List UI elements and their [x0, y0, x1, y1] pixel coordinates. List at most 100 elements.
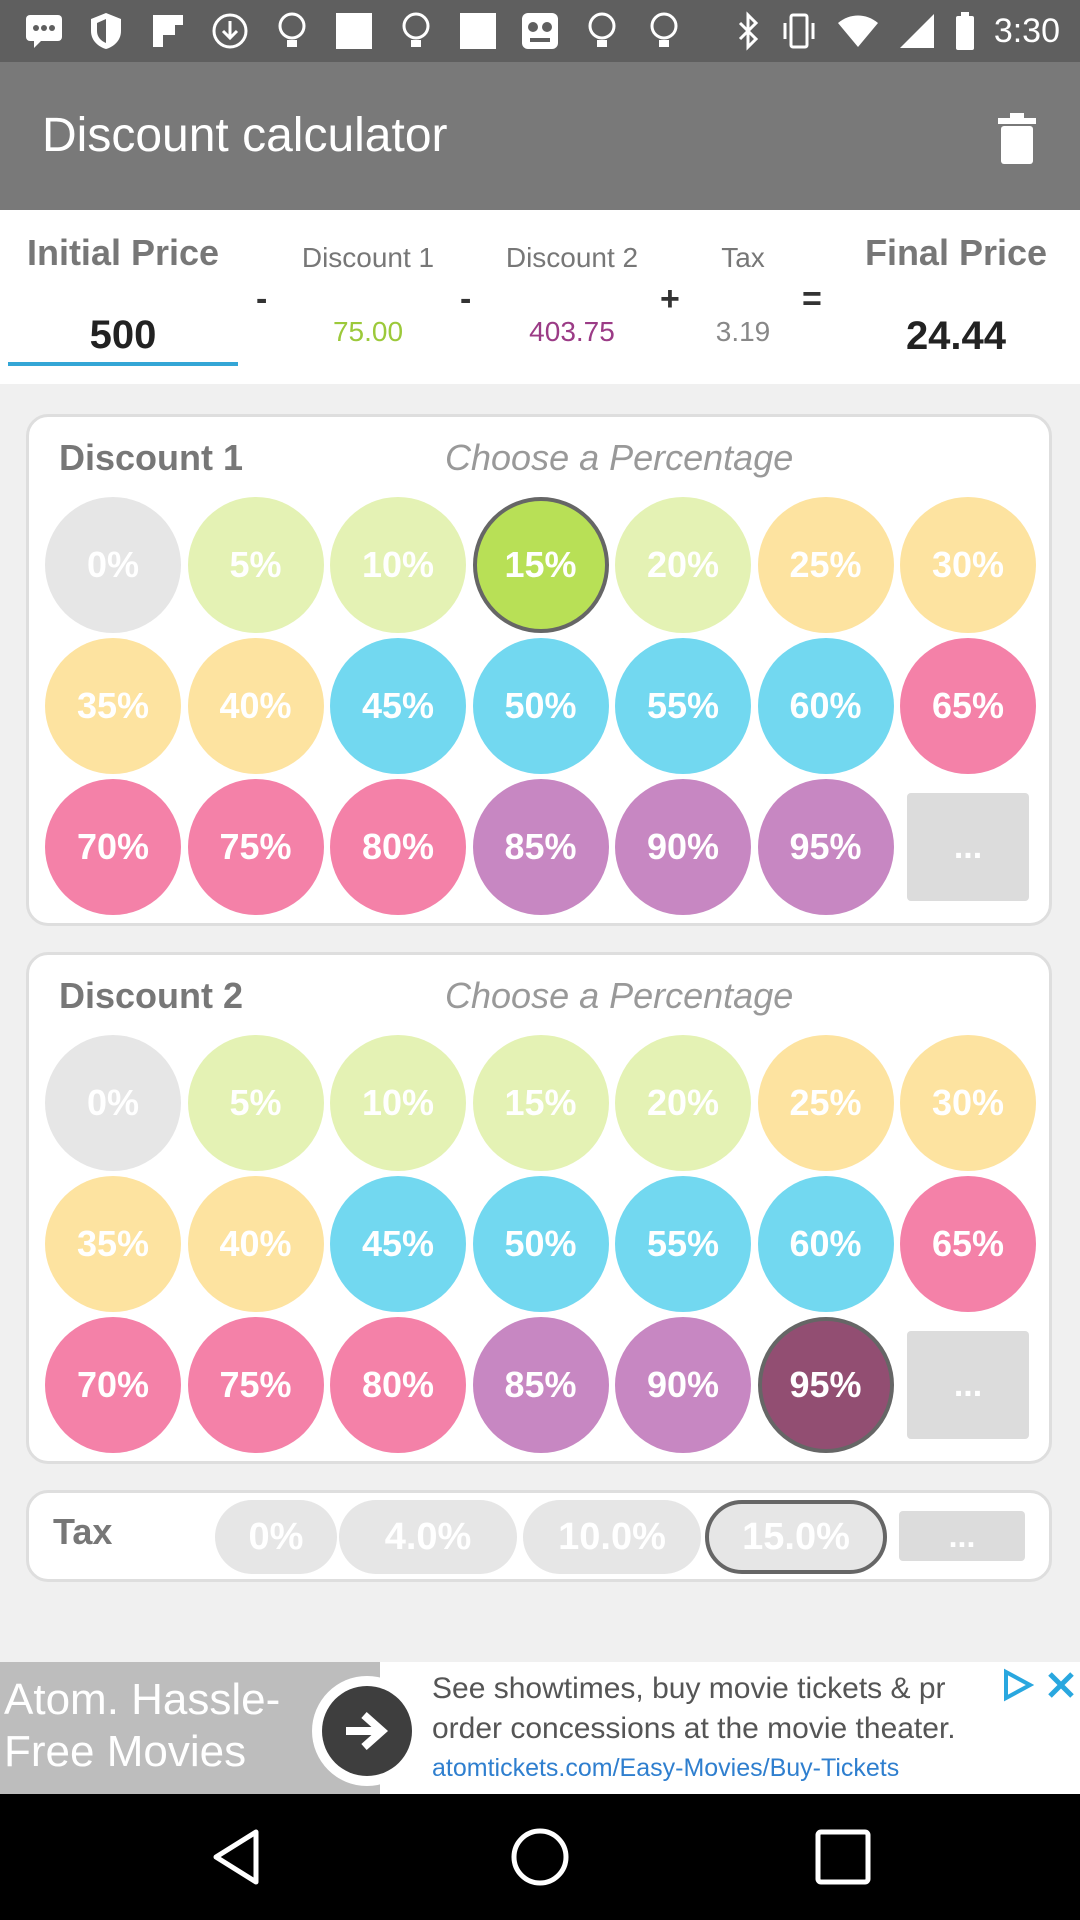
back-icon[interactable] [206, 1824, 272, 1890]
discount2-option[interactable]: 60% [757, 1176, 894, 1312]
discount2-hint: Choose a Percentage [445, 975, 794, 1016]
wifi-icon [837, 15, 878, 47]
discount2-option[interactable]: 70% [45, 1317, 181, 1453]
discount2-option[interactable]: 45% [330, 1176, 466, 1312]
discount1-option[interactable]: 15% [472, 497, 609, 633]
app-title: Discount calculator [42, 109, 448, 162]
discount1-option[interactable]: 45% [330, 638, 466, 774]
status-bar: 3:30 [0, 0, 1080, 62]
discount1-panel: Discount 1 Choose a Percentage 0% 5% 10% 15… [26, 414, 1052, 926]
discount2-option[interactable]: 0% [45, 1035, 181, 1171]
discount1-option[interactable]: 25% [757, 497, 894, 633]
final-price-header: Final Price [840, 232, 1072, 274]
discount1-option[interactable]: 10% [330, 497, 466, 633]
trash-icon[interactable] [994, 112, 1040, 166]
tax-amount: 3.19 [715, 316, 771, 347]
discount2-option[interactable]: 35% [45, 1176, 181, 1312]
tax-option[interactable]: 4.0% [339, 1500, 517, 1574]
discount2-option[interactable]: 40% [187, 1176, 324, 1312]
final-price-label: Final Price [864, 232, 1048, 273]
bluetooth-icon [738, 11, 758, 51]
discount1-header: Discount 1 [280, 242, 456, 274]
shield-icon [86, 11, 126, 51]
discount1-option[interactable]: 65% [900, 638, 1036, 774]
square-icon [458, 11, 498, 51]
discount1-option[interactable]: 60% [757, 638, 894, 774]
navigation-bar [0, 1794, 1080, 1920]
discount2-header: Discount 2 [482, 242, 662, 274]
vibrate-icon [783, 13, 815, 49]
download-icon [210, 11, 250, 51]
discount2-option[interactable]: 10% [330, 1035, 466, 1171]
system-icons: 3:30 [736, 8, 1060, 54]
discount2-option[interactable]: 25% [757, 1035, 894, 1171]
discount2-option[interactable]: 55% [615, 1176, 751, 1312]
discount2-option[interactable]: 15% [472, 1035, 609, 1171]
discount2-option[interactable]: 85% [472, 1317, 609, 1453]
discount2-summary-label: Discount 2 [505, 242, 639, 273]
discount2-option[interactable]: 95% [757, 1317, 894, 1453]
discount1-hint: Choose a Percentage [445, 437, 794, 478]
discount2-option[interactable]: 90% [615, 1317, 751, 1453]
discount2-option[interactable]: 30% [900, 1035, 1036, 1171]
clock: 3:30 [993, 11, 1060, 50]
discount2-option[interactable]: 50% [472, 1176, 609, 1312]
discount1-title: Discount 1 [59, 437, 244, 478]
ad-choices-icon[interactable] [1000, 1668, 1034, 1702]
ad-banner[interactable]: Atom. Hassle-Free Movies See showtimes, … [0, 1662, 1080, 1794]
discount1-option[interactable]: 35% [45, 638, 181, 774]
discount1-option[interactable]: 95% [757, 779, 894, 915]
discount1-option[interactable]: 20% [615, 497, 751, 633]
operator-plus: + [660, 280, 680, 318]
discount1-option[interactable]: 75% [187, 779, 324, 915]
discount1-option[interactable]: 70% [45, 779, 181, 915]
tax-title: Tax [53, 1511, 113, 1552]
discount2-option[interactable]: 75% [187, 1317, 324, 1453]
discount1-option[interactable]: 40% [187, 638, 324, 774]
discount1-option[interactable]: 90% [615, 779, 751, 915]
lightbulb-icon [582, 11, 622, 51]
ad-line-2: order concessions at the movie theater. [432, 1712, 956, 1745]
tax-option[interactable]: 0% [215, 1500, 337, 1574]
ad-line-1: See showtimes, buy movie tickets & pr [432, 1672, 946, 1705]
operator-minus: - [256, 280, 268, 318]
battery-icon [955, 12, 974, 50]
discount1-option[interactable]: 80% [330, 779, 466, 915]
discount1-option[interactable]: 50% [472, 638, 609, 774]
initial-price-header: Initial Price [6, 232, 240, 274]
discount1-option[interactable]: 0% [45, 497, 181, 633]
operator-minus: - [460, 280, 472, 318]
tax-summary-label: Tax [721, 242, 765, 273]
discount2-option[interactable]: 80% [330, 1317, 466, 1453]
square-icon [334, 11, 374, 51]
tax-more-button[interactable]: ... [899, 1511, 1025, 1561]
initial-price-label: Initial Price [26, 232, 220, 273]
ad-arrow-button[interactable] [312, 1676, 422, 1786]
chat-icon [24, 11, 64, 51]
discount1-more-button[interactable]: ... [907, 793, 1029, 901]
discount2-option[interactable]: 5% [187, 1035, 324, 1171]
tax-option[interactable]: 10.0% [523, 1500, 701, 1574]
discount1-amount: 75.00 [332, 316, 404, 347]
close-icon[interactable] [1044, 1668, 1078, 1702]
discount1-option[interactable]: 55% [615, 638, 751, 774]
flipboard-icon [148, 11, 188, 51]
discount1-option[interactable]: 30% [900, 497, 1036, 633]
notification-icons [24, 10, 684, 52]
tax-option[interactable]: 15.0% [705, 1500, 887, 1574]
discount1-option[interactable]: 5% [187, 497, 324, 633]
initial-price-input[interactable]: 500 [8, 304, 238, 366]
recents-icon[interactable] [810, 1824, 876, 1890]
final-price-value: 24.44 [905, 314, 1007, 358]
lightbulb-icon [644, 11, 684, 51]
discount1-summary-label: Discount 1 [301, 242, 435, 273]
discount2-option[interactable]: 65% [900, 1176, 1036, 1312]
discount2-option[interactable]: 20% [615, 1035, 751, 1171]
ad-url[interactable]: atomtickets.com/Easy-Movies/Buy-Tickets [432, 1754, 899, 1783]
arrow-right-icon [322, 1686, 412, 1776]
discount2-panel: Discount 2 Choose a Percentage 0% 5% 10% 15… [26, 952, 1052, 1464]
home-icon[interactable] [507, 1824, 573, 1890]
discount2-more-button[interactable]: ... [907, 1331, 1029, 1439]
discount2-title: Discount 2 [59, 975, 244, 1016]
discount1-option[interactable]: 85% [472, 779, 609, 915]
